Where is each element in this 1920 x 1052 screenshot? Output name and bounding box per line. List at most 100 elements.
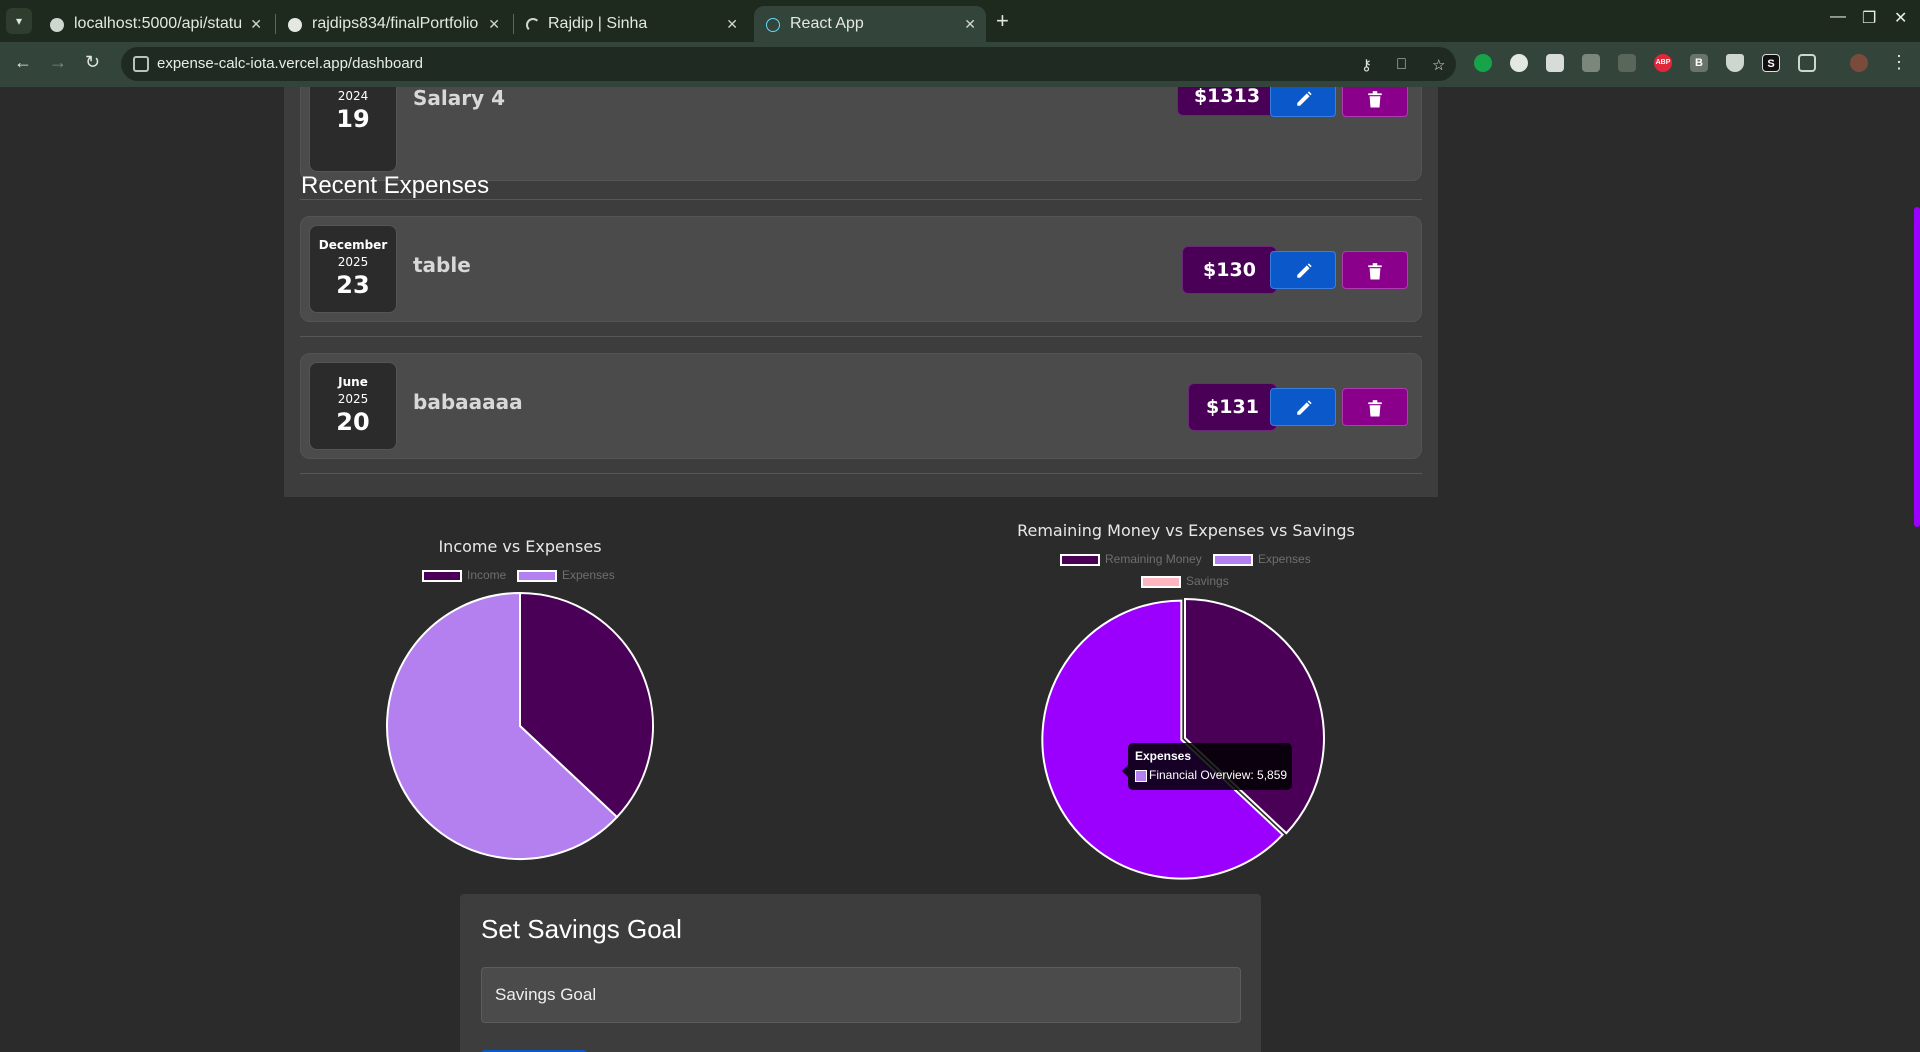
shield-extension-icon[interactable]	[1726, 54, 1744, 72]
legend-item-savings[interactable]: Savings	[1141, 574, 1229, 588]
github-icon	[288, 18, 302, 32]
chart-title: Remaining Money vs Expenses vs Savings	[1017, 521, 1355, 540]
restore-icon[interactable]: ❐	[1862, 8, 1876, 28]
folder-icon[interactable]	[1582, 54, 1600, 72]
new-tab-icon[interactable]: +	[996, 8, 1009, 34]
minimize-icon[interactable]: —	[1830, 8, 1846, 26]
delete-button[interactable]	[1342, 87, 1408, 117]
date-year: 2025	[337, 255, 369, 269]
legend-label: Remaining Money	[1105, 552, 1202, 566]
savings-goal-panel: Set Savings Goal	[460, 894, 1261, 1052]
legend-item-remaining-money[interactable]: Remaining Money	[1060, 552, 1202, 566]
date-box: December 2025 23	[309, 225, 397, 313]
page-content: 2024 19 Salary 4 $1313 December 2025 23 …	[0, 87, 1920, 1052]
reload-icon[interactable]: ↻	[85, 52, 100, 73]
react-icon	[766, 18, 780, 32]
adblock-icon[interactable]: ABP	[1654, 54, 1672, 72]
remaining-expenses-savings-pie[interactable]	[1040, 597, 1330, 887]
s-extension-icon[interactable]: S	[1762, 54, 1780, 72]
edit-button[interactable]	[1270, 388, 1336, 426]
scrollbar-thumb[interactable]	[1914, 207, 1920, 527]
trash-icon	[1368, 263, 1382, 280]
amount-badge: $130	[1182, 246, 1277, 294]
tab-search-chevron-icon[interactable]: ▾	[6, 8, 32, 34]
amount-badge: $1313	[1177, 87, 1277, 116]
install-app-icon[interactable]: ⎕	[1397, 56, 1406, 73]
back-icon[interactable]: ←	[14, 52, 32, 73]
chart-legend: Income Expenses	[422, 568, 642, 584]
scrollbar[interactable]	[1912, 87, 1920, 1052]
tab-title: localhost:5000/api/statu	[74, 15, 242, 32]
date-box: 2024 19	[309, 87, 397, 172]
amount-badge: $131	[1188, 383, 1277, 431]
key-icon[interactable]: ⚷	[1361, 56, 1372, 74]
globe-icon	[50, 18, 64, 32]
trash-icon	[1368, 91, 1382, 108]
pencil-icon	[1297, 400, 1312, 415]
legend-swatch	[1060, 553, 1100, 566]
savings-goal-input[interactable]	[481, 967, 1241, 1023]
trash-icon	[1368, 400, 1382, 417]
b-extension-icon[interactable]: B	[1690, 54, 1708, 72]
tab-icon[interactable]	[1546, 54, 1564, 72]
chart-title: Income vs Expenses	[438, 537, 602, 556]
loading-icon	[526, 18, 540, 32]
close-tab-icon[interactable]: ✕	[964, 6, 976, 42]
copy-icon[interactable]	[1618, 54, 1636, 72]
tab-portfolio[interactable]: Rajdip | Sinha ✕	[514, 6, 748, 42]
item-title: babaaaaa	[413, 390, 523, 414]
mouse-icon[interactable]	[1510, 54, 1528, 72]
tooltip-label: Financial Overview: 5,859	[1149, 768, 1288, 782]
tab-react-app[interactable]: React App ✕	[754, 6, 986, 42]
pencil-icon	[1297, 263, 1312, 278]
income-vs-expenses-pie[interactable]	[384, 590, 656, 862]
close-tab-icon[interactable]: ✕	[488, 6, 500, 42]
legend-item-expenses[interactable]: Expenses	[517, 568, 615, 582]
close-window-icon[interactable]: ✕	[1894, 8, 1907, 28]
tab-localhost[interactable]: localhost:5000/api/statu ✕	[38, 6, 272, 42]
legend-item-expenses[interactable]: Expenses	[1213, 552, 1311, 566]
tab-title: Rajdip | Sinha	[548, 15, 648, 32]
grammarly-icon[interactable]	[1474, 54, 1492, 72]
legend-swatch	[1213, 553, 1253, 566]
income-card: 2024 19 Salary 4 $1313	[300, 87, 1422, 181]
divider	[300, 473, 1422, 474]
divider	[300, 336, 1422, 337]
item-title: table	[413, 253, 471, 277]
tab-title: React App	[790, 15, 864, 32]
forward-icon[interactable]: →	[49, 52, 67, 73]
address-bar[interactable]: expense-calc-iota.vercel.app/dashboard ⚷…	[121, 47, 1456, 81]
legend-label: Savings	[1186, 574, 1229, 588]
legend-label: Expenses	[562, 568, 615, 582]
menu-kebab-icon[interactable]: ⋮	[1890, 52, 1908, 73]
date-day: 20	[336, 408, 370, 436]
expense-card: June 2025 20 babaaaaa $131	[300, 353, 1422, 459]
tooltip-title: Expenses	[1135, 749, 1192, 763]
delete-button[interactable]	[1342, 251, 1408, 289]
edit-button[interactable]	[1270, 87, 1336, 117]
date-month: December	[318, 238, 388, 252]
browser-toolbar: ← → ↻ expense-calc-iota.vercel.app/dashb…	[0, 42, 1920, 87]
tab-github[interactable]: rajdips834/finalPortfolio ✕	[276, 6, 510, 42]
close-tab-icon[interactable]: ✕	[726, 6, 738, 42]
site-info-icon[interactable]	[133, 56, 149, 72]
avatar[interactable]	[1850, 54, 1868, 72]
url-text[interactable]: expense-calc-iota.vercel.app/dashboard	[157, 47, 423, 81]
legend-label: Expenses	[1258, 552, 1311, 566]
legend-item-income[interactable]: Income	[422, 568, 506, 582]
item-title: Salary 4	[413, 87, 506, 110]
close-tab-icon[interactable]: ✕	[250, 6, 262, 42]
bookmark-star-icon[interactable]: ☆	[1432, 56, 1445, 74]
date-year: 2024	[337, 89, 369, 103]
date-box: June 2025 20	[309, 362, 397, 450]
date-month: June	[338, 375, 368, 389]
tab-strip: ▾ localhost:5000/api/statu ✕ rajdips834/…	[0, 0, 1920, 42]
puzzle-icon[interactable]	[1798, 54, 1816, 72]
delete-button[interactable]	[1342, 388, 1408, 426]
tab-title: rajdips834/finalPortfolio	[312, 15, 479, 32]
date-day: 23	[336, 271, 370, 299]
edit-button[interactable]	[1270, 251, 1336, 289]
chart-legend: Remaining Money Expenses Savings	[1060, 552, 1330, 592]
chart-tooltip: Expenses Financial Overview: 5,859	[1128, 743, 1292, 790]
legend-swatch	[517, 569, 557, 582]
